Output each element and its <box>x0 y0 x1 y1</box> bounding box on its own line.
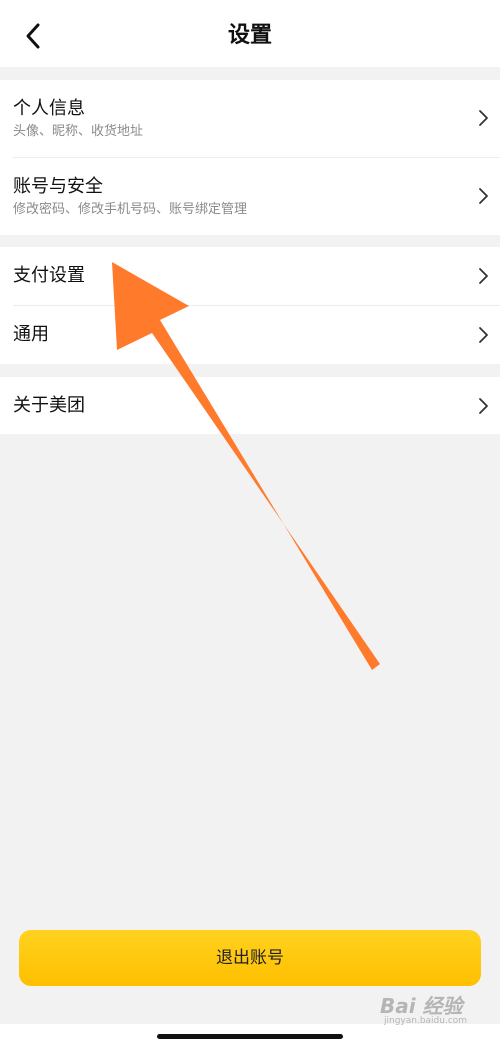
chevron-right-icon <box>479 268 488 284</box>
settings-item-payment[interactable]: 支付设置 <box>0 247 500 305</box>
chevron-right-icon <box>479 398 488 414</box>
nav-bar: 设置 <box>0 0 500 67</box>
settings-item-title: 关于美团 <box>13 395 85 416</box>
settings-item-about[interactable]: 关于美团 <box>0 377 500 434</box>
settings-item-personal-info[interactable]: 个人信息 头像、昵称、收货地址 <box>0 80 500 157</box>
home-indicator <box>157 1034 343 1039</box>
settings-item-title: 个人信息 <box>13 98 85 119</box>
settings-item-general[interactable]: 通用 <box>0 306 500 364</box>
chevron-right-icon <box>479 110 488 126</box>
page-title: 设置 <box>227 23 272 48</box>
settings-group-account: 个人信息 头像、昵称、收货地址 账号与安全 修改密码、修改手机号码、账号绑定管理 <box>0 80 500 235</box>
settings-screen: 设置 个人信息 头像、昵称、收货地址 账号与安全 修改密码、修改手机号码、账号绑… <box>0 0 500 1046</box>
watermark-text: Bai 经验 <box>380 994 463 1018</box>
settings-item-title: 支付设置 <box>13 265 85 286</box>
logout-button[interactable]: 退出账号 <box>19 930 481 986</box>
settings-item-subtitle: 头像、昵称、收货地址 <box>13 124 144 139</box>
settings-item-subtitle: 修改密码、修改手机号码、账号绑定管理 <box>13 202 248 217</box>
chevron-right-icon <box>479 327 488 343</box>
settings-item-title: 账号与安全 <box>13 176 103 197</box>
settings-item-title: 通用 <box>13 324 49 345</box>
chevron-right-icon <box>479 188 488 204</box>
settings-item-account-security[interactable]: 账号与安全 修改密码、修改手机号码、账号绑定管理 <box>0 158 500 235</box>
settings-group-about: 关于美团 <box>0 377 500 434</box>
settings-group-general: 支付设置 通用 <box>0 247 500 364</box>
